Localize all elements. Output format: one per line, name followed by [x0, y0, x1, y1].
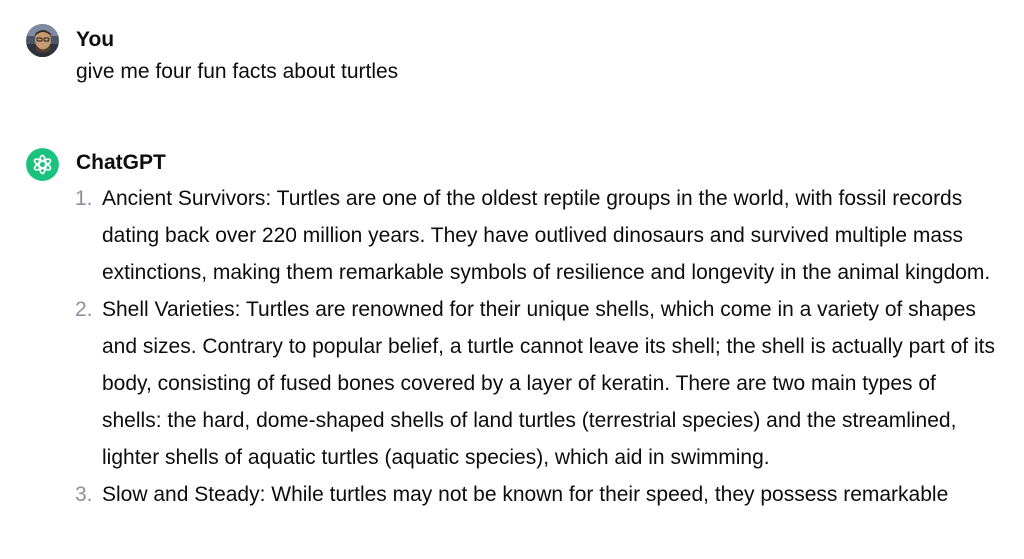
- list-item: 1. Ancient Survivors: Turtles are one of…: [0, 180, 1024, 291]
- chat-page: You give me four fun facts about turtles…: [0, 0, 1024, 559]
- assistant-avatar: [26, 148, 59, 181]
- list-item: 3. Slow and Steady: While turtles may no…: [0, 476, 1024, 513]
- list-item-text: Slow and Steady: While turtles may not b…: [102, 483, 949, 506]
- list-item: 2. Shell Varieties: Turtles are renowned…: [0, 291, 1024, 476]
- list-item-text: Ancient Survivors: Turtles are one of th…: [102, 187, 991, 284]
- list-item-number: 3.: [75, 483, 93, 506]
- openai-logo-icon: [26, 148, 59, 181]
- user-avatar: [26, 24, 59, 57]
- assistant-author-name: ChatGPT: [76, 151, 166, 174]
- user-message-text: give me four fun facts about turtles: [76, 60, 399, 83]
- list-item-number: 2.: [75, 298, 93, 321]
- list-item-number: 1.: [75, 187, 93, 210]
- user-author-name: You: [76, 28, 115, 51]
- list-item-text: Shell Varieties: Turtles are renowned fo…: [102, 298, 995, 469]
- user-avatar-photo: [26, 24, 59, 57]
- fun-facts-list: 1. Ancient Survivors: Turtles are one of…: [0, 180, 1024, 513]
